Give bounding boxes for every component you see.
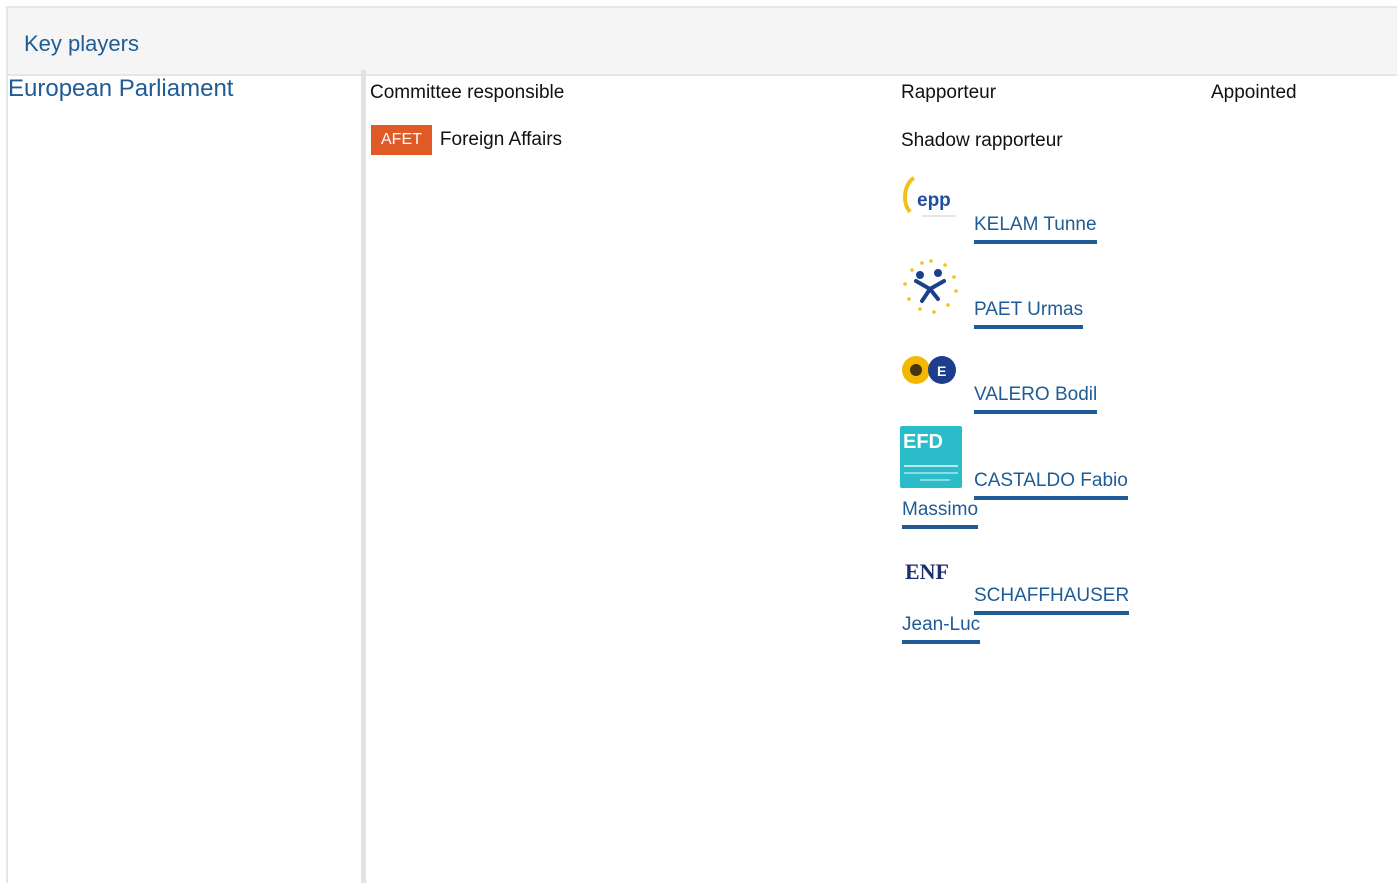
institution-label: European Parliament <box>8 75 234 102</box>
svg-text:ENF: ENF <box>905 559 949 584</box>
shadow-rapporteur-link-continued[interactable]: Massimo <box>902 495 979 529</box>
rapporteur-header: Rapporteur <box>901 82 997 103</box>
institution-column <box>6 70 366 883</box>
committee-header: Committee responsible <box>370 82 565 103</box>
committee-row: AFET Foreign Affairs <box>371 125 562 155</box>
committee-name: Foreign Affairs <box>439 129 563 150</box>
shadow-rapporteur-item: EFD CASTALDO Fabio Massimo <box>900 426 1160 529</box>
alde-logo-icon <box>900 257 962 319</box>
epp-logo-icon: epp <box>900 172 962 234</box>
shadow-rapporteur-header: Shadow rapporteur <box>901 130 1063 151</box>
shadow-rapporteur-link-continued[interactable]: Jean-Luc <box>902 610 981 644</box>
efdd-logo-icon: EFD <box>900 426 962 488</box>
panel-title: Key players <box>24 31 139 56</box>
shadow-rapporteur-link[interactable]: KELAM Tunne <box>974 210 1097 244</box>
shadow-rapporteur-item: E VALERO Bodil <box>900 342 1160 414</box>
shadow-rapporteur-item: ENF SCHAFFHAUSER Jean-Luc <box>900 541 1160 644</box>
enf-logo-icon: ENF <box>900 541 962 603</box>
shadow-rapporteur-link[interactable]: VALERO Bodil <box>974 380 1098 414</box>
shadow-rapporteur-link[interactable]: CASTALDO Fabio <box>974 466 1128 500</box>
shadow-rapporteur-link[interactable]: SCHAFFHAUSER <box>974 581 1130 615</box>
appointed-header: Appointed <box>1211 82 1297 103</box>
svg-text:E: E <box>937 363 946 379</box>
committee-badge[interactable]: AFET <box>371 125 432 155</box>
svg-text:epp: epp <box>917 190 951 211</box>
shadow-rapporteur-link[interactable]: PAET Urmas <box>974 295 1084 329</box>
greens-efa-logo-icon: E <box>900 342 962 404</box>
svg-text:EFD: EFD <box>903 431 943 453</box>
panel-header: Key players <box>8 8 1397 76</box>
shadow-rapporteur-item: PAET Urmas <box>900 257 1160 329</box>
shadow-rapporteur-item: epp KELAM Tunne <box>900 172 1160 244</box>
